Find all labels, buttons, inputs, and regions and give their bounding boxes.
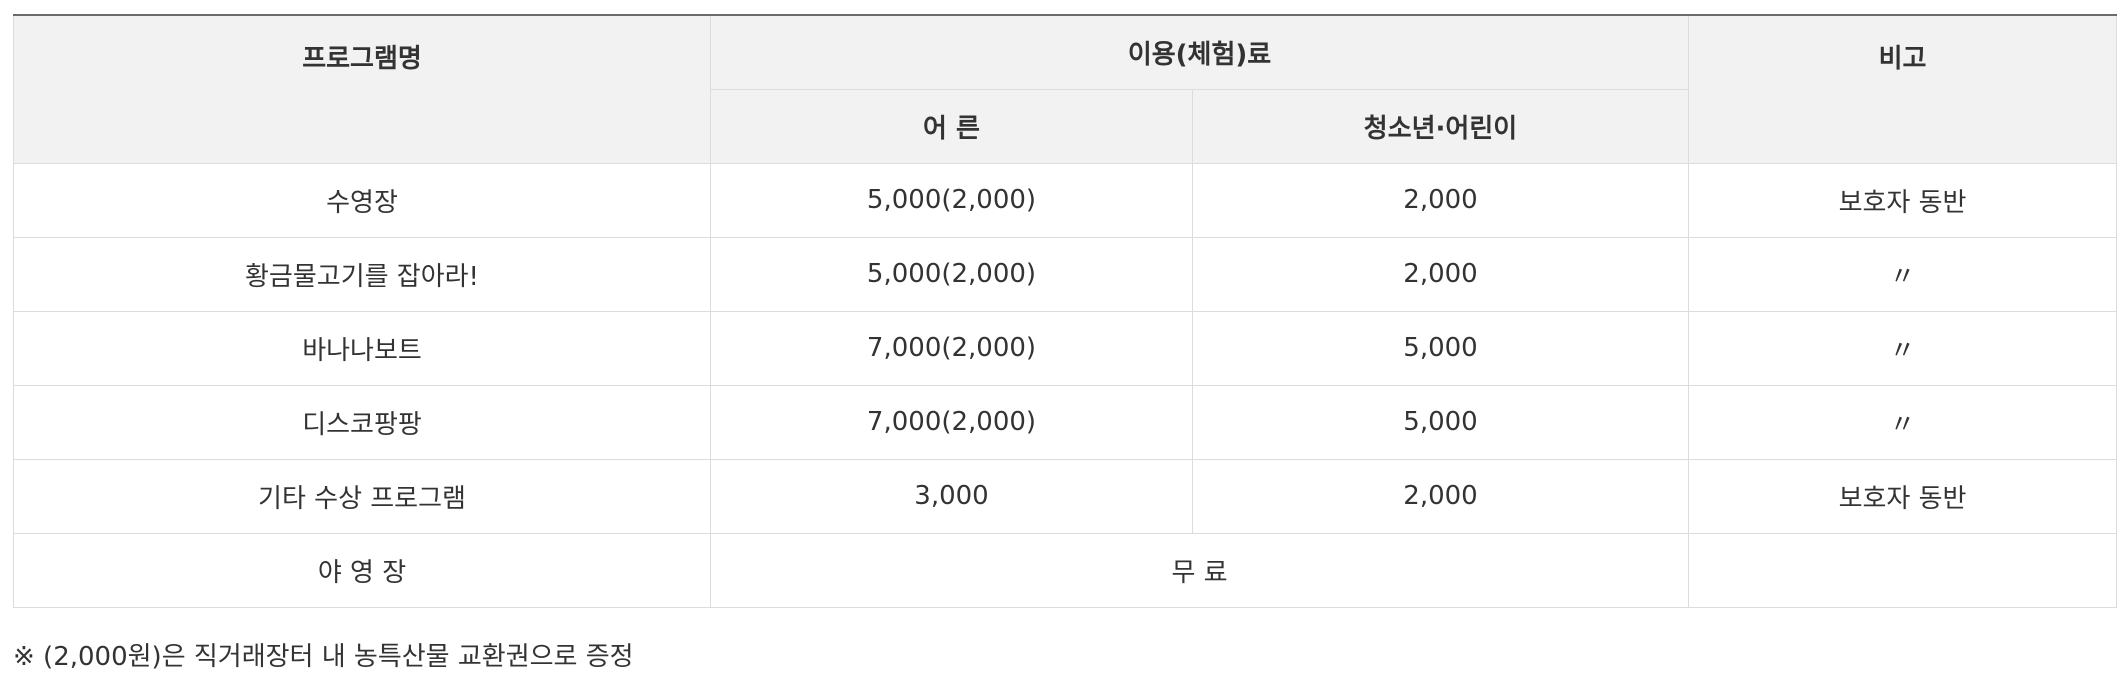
cell-program: 황금물고기를 잡아라! bbox=[13, 236, 711, 312]
cell-program: 수영장 bbox=[13, 162, 711, 238]
cell-youth-fee: 2,000 bbox=[1192, 162, 1689, 238]
cell-note: 보호자 동반 bbox=[1688, 162, 2117, 238]
cell-note: 보호자 동반 bbox=[1688, 458, 2117, 534]
cell-note: 〃 bbox=[1688, 236, 2117, 312]
header-program-name: 프로그램명 bbox=[13, 14, 711, 164]
cell-program: 바나나보트 bbox=[13, 310, 711, 386]
table-row: 수영장 5,000(2,000) 2,000 보호자 동반 bbox=[13, 162, 2117, 238]
cell-note: 〃 bbox=[1688, 310, 2117, 386]
cell-program: 야 영 장 bbox=[13, 532, 711, 608]
table-row-campsite: 야 영 장 무 료 bbox=[13, 532, 2117, 608]
header-note: 비고 bbox=[1688, 14, 2117, 164]
table-row: 기타 수상 프로그램 3,000 2,000 보호자 동반 bbox=[13, 458, 2117, 534]
cell-program: 기타 수상 프로그램 bbox=[13, 458, 711, 534]
table-row: 디스코팡팡 7,000(2,000) 5,000 〃 bbox=[13, 384, 2117, 460]
footnote: ※ (2,000원)은 직거래장터 내 농특산물 교환권으로 증정 bbox=[13, 642, 634, 672]
cell-youth-fee: 5,000 bbox=[1192, 384, 1689, 460]
fee-table: 프로그램명 이용(체험)료 비고 어 른 청소년·어린이 수영장 5,000(2… bbox=[13, 14, 2117, 608]
cell-fee-free: 무 료 bbox=[710, 532, 1689, 608]
cell-youth-fee: 5,000 bbox=[1192, 310, 1689, 386]
cell-note: 〃 bbox=[1688, 384, 2117, 460]
cell-adult-fee: 3,000 bbox=[710, 458, 1193, 534]
cell-adult-fee: 5,000(2,000) bbox=[710, 162, 1193, 238]
cell-youth-fee: 2,000 bbox=[1192, 236, 1689, 312]
cell-note bbox=[1688, 532, 2117, 608]
cell-adult-fee: 7,000(2,000) bbox=[710, 384, 1193, 460]
cell-adult-fee: 7,000(2,000) bbox=[710, 310, 1193, 386]
cell-youth-fee: 2,000 bbox=[1192, 458, 1689, 534]
table-row: 황금물고기를 잡아라! 5,000(2,000) 2,000 〃 bbox=[13, 236, 2117, 312]
fee-table-container: 프로그램명 이용(체험)료 비고 어 른 청소년·어린이 수영장 5,000(2… bbox=[13, 14, 2117, 608]
header-adult: 어 른 bbox=[710, 88, 1193, 164]
header-row-primary: 프로그램명 이용(체험)료 비고 bbox=[13, 14, 2117, 164]
cell-adult-fee: 5,000(2,000) bbox=[710, 236, 1193, 312]
header-fee: 이용(체험)료 bbox=[710, 14, 1689, 90]
table-row: 바나나보트 7,000(2,000) 5,000 〃 bbox=[13, 310, 2117, 386]
cell-program: 디스코팡팡 bbox=[13, 384, 711, 460]
header-youth: 청소년·어린이 bbox=[1192, 88, 1689, 164]
